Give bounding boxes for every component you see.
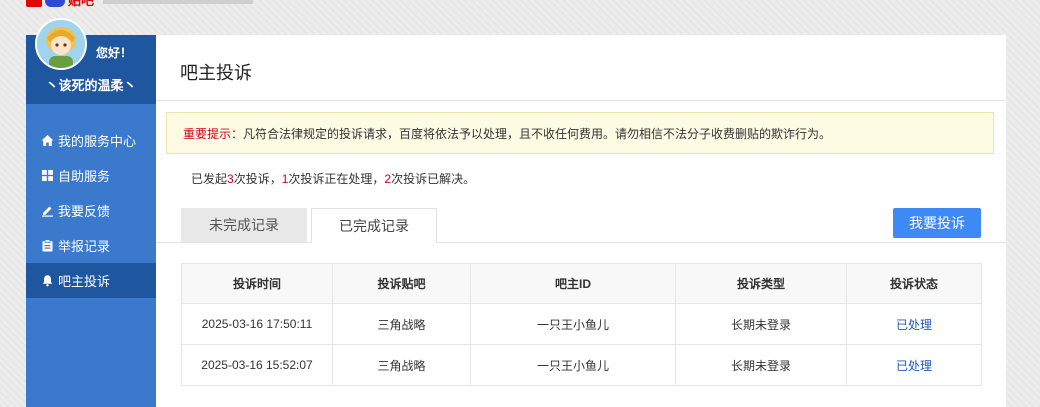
column-header: 吧主ID (470, 263, 676, 304)
main-panel: 吧主投诉 重要提示： 凡符合法律规定的投诉请求，百度将依法予以处理，且不收任何费… (156, 35, 1006, 407)
sidebar-item-owner-complaint[interactable]: 吧主投诉 (26, 263, 156, 298)
clipboard-icon (41, 239, 54, 252)
sidebar-item-label: 自助服务 (58, 169, 111, 184)
file-complaint-button[interactable]: 我要投诉 (893, 208, 981, 238)
title-divider (156, 100, 1006, 101)
avatar[interactable] (35, 18, 87, 70)
sidebar-item-report-records[interactable]: 举报记录 (26, 228, 156, 263)
logo-mark-red (26, 0, 42, 7)
column-header: 投诉时间 (181, 263, 333, 304)
complaint-records-table: 投诉时间 投诉贴吧 吧主ID 投诉类型 投诉状态 2025-03-16 17:5… (181, 263, 982, 386)
column-header: 投诉类型 (675, 263, 847, 304)
greeting: 您好！ (96, 46, 133, 60)
sidebar-item-label: 举报记录 (58, 239, 111, 254)
column-header: 投诉贴吧 (332, 263, 471, 304)
sidebar-item-label: 吧主投诉 (58, 274, 111, 289)
page-title: 吧主投诉 (180, 63, 252, 83)
important-notice: 重要提示： 凡符合法律规定的投诉请求，百度将依法予以处理，且不收任何费用。请勿相… (166, 112, 994, 154)
pencil-icon (41, 204, 54, 217)
complaint-type: 长期未登录 (675, 344, 847, 386)
stats-text: 次投诉正在处理， (288, 172, 385, 186)
record-tabs: 未完成记录 已完成记录 (156, 208, 1006, 243)
logo-text: 贴吧 (68, 0, 95, 8)
top-header-strip: 贴吧 (0, 0, 1040, 8)
sidebar-menu: 我的服务中心 自助服务 我要反馈 举报记录 吧主投诉 (26, 123, 156, 298)
header-nav-links (103, 0, 254, 4)
username[interactable]: 丶该死的温柔丶 (26, 75, 156, 94)
user-box: 您好！ 丶该死的温柔丶 (26, 18, 156, 104)
complaint-status-link[interactable]: 已处理 (846, 344, 982, 386)
stats-text: 已发起 (191, 172, 228, 186)
complaint-status-link[interactable]: 已处理 (846, 303, 982, 345)
bell-icon (41, 274, 54, 287)
complaint-forum: 三角战略 (332, 344, 471, 386)
stats-initiated-count: 3 (227, 172, 234, 186)
tab-completed-records[interactable]: 已完成记录 (311, 208, 437, 243)
complaint-forum: 三角战略 (332, 303, 471, 345)
stats-text: 次投诉已解决。 (391, 172, 476, 186)
complaint-stats: 已发起3次投诉，1次投诉正在处理，2次投诉已解决。 (191, 170, 475, 187)
table-row: 2025-03-16 15:52:07 三角战略 一只王小鱼儿 长期未登录 已处… (181, 344, 982, 386)
sidebar: 您好！ 丶该死的温柔丶 我的服务中心 自助服务 我要反馈 举报记录 吧主投诉 (26, 18, 156, 407)
stats-text: 次投诉， (233, 172, 282, 186)
notice-label: 重要提示： (183, 126, 244, 141)
column-header: 投诉状态 (846, 263, 982, 304)
owner-id: 一只王小鱼儿 (470, 303, 676, 345)
paw-icon (45, 0, 65, 7)
complaint-time: 2025-03-16 15:52:07 (181, 344, 333, 386)
sidebar-item-label: 我的服务中心 (58, 134, 137, 149)
sidebar-item-label: 我要反馈 (58, 204, 111, 219)
avatar-image (37, 20, 85, 68)
tab-incomplete-records[interactable]: 未完成记录 (181, 208, 307, 242)
complaint-time: 2025-03-16 17:50:11 (181, 303, 333, 345)
complaint-type: 长期未登录 (675, 303, 847, 345)
owner-id: 一只王小鱼儿 (470, 344, 676, 386)
table-header-row: 投诉时间 投诉贴吧 吧主ID 投诉类型 投诉状态 (181, 263, 982, 304)
sidebar-item-feedback[interactable]: 我要反馈 (26, 193, 156, 228)
baidu-tieba-logo[interactable]: 贴吧 (26, 0, 254, 8)
table-row: 2025-03-16 17:50:11 三角战略 一只王小鱼儿 长期未登录 已处… (181, 303, 982, 345)
sidebar-item-self-service[interactable]: 自助服务 (26, 158, 156, 193)
home-icon (41, 134, 54, 147)
sidebar-item-service-center[interactable]: 我的服务中心 (26, 123, 156, 158)
grid-icon (41, 169, 54, 182)
notice-text: 凡符合法律规定的投诉请求，百度将依法予以处理，且不收任何费用。请勿相信不法分子收… (243, 126, 832, 141)
